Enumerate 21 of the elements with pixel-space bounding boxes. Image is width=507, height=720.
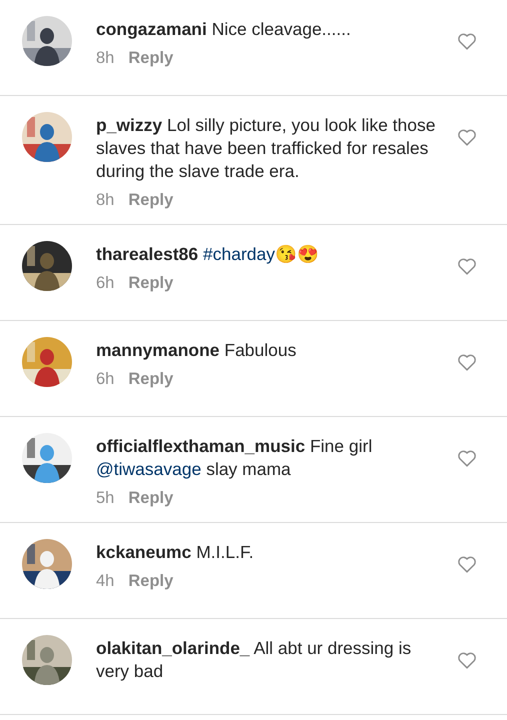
comment-text: mannymanone Fabulous xyxy=(96,339,298,362)
comment-time: 5h xyxy=(96,489,114,508)
comment-text: p_wizzy Lol silly picture, you look like those slaves that have been trafficked for resales during the slave trade era. xyxy=(96,114,436,183)
reply-link[interactable]: Reply xyxy=(128,489,174,508)
reply-link[interactable]: Reply xyxy=(128,49,174,68)
comment-time: 4h xyxy=(96,572,114,591)
comment-text: olakitan_olarinde_ All abt ur dressing is very bad xyxy=(96,637,412,683)
comment-link[interactable]: #charday xyxy=(203,244,276,264)
comment-link[interactable]: @tiwasavage xyxy=(96,459,202,479)
reply-link[interactable]: Reply xyxy=(128,191,174,210)
comment-time: 6h xyxy=(96,274,114,293)
comment-time: 8h xyxy=(96,191,114,210)
comment-text: tharealest86 #charday😘😍 xyxy=(96,243,320,266)
comment-text: officialflexthaman_music Fine girl @tiwasavage slay mama xyxy=(96,435,374,481)
comment-time: 8h xyxy=(96,49,114,68)
reply-link[interactable]: Reply xyxy=(128,370,174,389)
reply-link[interactable]: Reply xyxy=(128,274,174,293)
comment-time: 6h xyxy=(96,370,114,389)
comment-text: congazamani Nice cleavage...... xyxy=(96,18,352,41)
reply-link[interactable]: Reply xyxy=(128,572,174,591)
comment-text: kckaneumc M.I.L.F. xyxy=(96,541,255,564)
